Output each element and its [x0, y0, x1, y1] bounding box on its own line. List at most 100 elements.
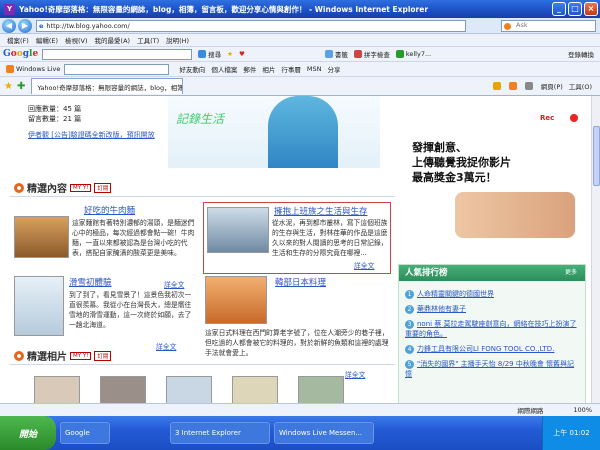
- live-profile[interactable]: 個人檔案: [211, 64, 237, 74]
- announcement-link[interactable]: 伊者觀 [公告]驗證碼全新改版，預訊開放: [28, 130, 158, 140]
- tab-row: ★ ✚ Yahoo!奇摩部落格：無限容量的網誌，blog，相簿... 網頁(P)…: [0, 77, 600, 96]
- maximize-button[interactable]: □: [568, 2, 582, 16]
- list-item[interactable]: 3 noni 蔡 莫拉走駕駛座創意向，網絡在技巧上扮演了重要的角色。: [405, 319, 579, 339]
- home-button[interactable]: [492, 82, 503, 90]
- photo-thumb[interactable]: [232, 376, 278, 403]
- add-favorites-icon[interactable]: ✚: [17, 81, 25, 92]
- title-bar: Y Yahoo!奇摩部落格：無限容量的網誌，blog，相簿，留言板，歡迎分享心情…: [0, 0, 600, 18]
- menu-view[interactable]: 檢視(V): [65, 35, 88, 45]
- menu-bar: 檔案(F) 編輯(E) 檢視(V) 我的最愛(A) 工具(T) 說明(H): [0, 34, 600, 47]
- google-toolbar: Google 搜尋 ★ ♥ 書籤 拼字檢查 kelly7... 登錄轉換: [0, 47, 600, 62]
- print-button[interactable]: [524, 82, 535, 90]
- photo-thumb[interactable]: [34, 376, 80, 403]
- live-share[interactable]: 分享: [327, 64, 340, 74]
- live-msn[interactable]: MSN: [307, 65, 322, 73]
- beef-noodle-photo[interactable]: [14, 216, 69, 258]
- rec-label: Rec: [540, 114, 555, 122]
- photo-thumb[interactable]: [100, 376, 146, 403]
- close-button[interactable]: ×: [584, 2, 598, 16]
- section-bullet-icon: [14, 350, 24, 361]
- menu-file[interactable]: 檔案(F): [7, 35, 29, 45]
- card-more-link[interactable]: 詳全文: [156, 342, 196, 352]
- clock: 上午 01:02: [553, 429, 590, 437]
- forward-button[interactable]: ▶: [18, 18, 32, 33]
- window-title: Yahoo!奇摩部落格：無限容量的網誌，blog，相簿，留言板，歡迎分享心情與創…: [19, 4, 429, 14]
- status-bar: 網際網路 100%: [0, 403, 600, 416]
- record-dot-icon: [570, 114, 578, 122]
- photo-thumb[interactable]: [166, 376, 212, 403]
- search-icon: [198, 50, 207, 58]
- ranking-list: 1 人命精靈關鍵的德國世界 2 藥鼎林他有妻子 3 noni 蔡 莫拉走駕駛座創意向，…: [399, 281, 585, 379]
- section-bullet-icon: [14, 182, 24, 193]
- card-title[interactable]: 滑雪初體驗: [69, 276, 196, 288]
- divider: [10, 196, 395, 197]
- card-more-link[interactable]: 詳全文: [345, 370, 391, 380]
- feeds-button[interactable]: [508, 82, 519, 90]
- card-title[interactable]: 韓部日本料理: [275, 276, 391, 288]
- card-body: 這家麵館有著特別濃郁的湯頭，是麵迷們心中的極品，每次經過都會點一碗！牛肉麵，一直…: [72, 219, 195, 257]
- signin-link[interactable]: 登錄轉換: [568, 49, 594, 59]
- stat-replies: 回應數量：45 篇: [28, 105, 82, 113]
- live-search-input[interactable]: [64, 63, 170, 75]
- vertical-scrollbar[interactable]: [591, 96, 600, 403]
- google-search-input[interactable]: [42, 48, 193, 60]
- live-calendar[interactable]: 行事曆: [281, 64, 301, 74]
- list-item[interactable]: 4 力鋒工具有限公司LI FONG TOOL CO.,LTD.: [405, 344, 579, 354]
- subscribe-badge[interactable]: 訂閱: [94, 182, 112, 193]
- yahoo-icon: Y: [4, 3, 15, 15]
- page-menu[interactable]: 網頁(P): [541, 81, 563, 91]
- tools-menu[interactable]: 工具(O): [569, 81, 592, 91]
- landscape-photo[interactable]: [207, 207, 269, 253]
- subscribe-badge[interactable]: 訂閱: [94, 350, 112, 361]
- google-bookmark-star[interactable]: ★: [227, 50, 233, 58]
- google-logo: Google: [3, 49, 39, 59]
- account-button[interactable]: kelly7...: [395, 50, 431, 58]
- japanese-food-photo[interactable]: [205, 276, 267, 324]
- ad-banner[interactable]: Rec 發揮創意、 上傳聽覺我捉你影片 最高獎金3萬元！: [400, 104, 585, 254]
- google-heart[interactable]: ♥: [239, 50, 245, 58]
- start-button[interactable]: 開始: [0, 416, 56, 450]
- printer-icon: [524, 82, 533, 90]
- my-yahoo-badge[interactable]: MY Y!: [70, 183, 92, 192]
- menu-tools[interactable]: 工具(T): [137, 35, 159, 45]
- photo-thumb[interactable]: [298, 376, 344, 403]
- featured-card-3[interactable]: 滑雪初體驗 到了到了，看見雪景了！這景色我初次一直很羨慕。我從小在台灣長大，總是…: [14, 276, 196, 352]
- menu-help[interactable]: 說明(H): [166, 35, 189, 45]
- banner-person-photo: [268, 96, 338, 168]
- ranking-more-link[interactable]: 更多: [565, 265, 577, 281]
- live-photos[interactable]: 相片: [262, 64, 275, 74]
- zone-text: 網際網路: [517, 407, 544, 415]
- skiing-photo[interactable]: [14, 276, 64, 336]
- user-icon: [395, 50, 404, 58]
- spellcheck-button[interactable]: 拼字檢查: [353, 49, 390, 59]
- task-google[interactable]: Google: [60, 422, 110, 444]
- list-item[interactable]: 2 藥鼎林他有妻子: [405, 304, 579, 314]
- back-button[interactable]: ◀: [2, 18, 16, 33]
- scrollbar-thumb[interactable]: [593, 126, 600, 186]
- my-yahoo-badge[interactable]: MY Y!: [70, 351, 92, 360]
- menu-edit[interactable]: 編輯(E): [36, 35, 58, 45]
- favorites-star-icon[interactable]: ★: [4, 81, 13, 92]
- task-messenger[interactable]: Windows Live Messen...: [274, 422, 374, 444]
- card-title[interactable]: 擁抱上班族之生活與生存: [274, 205, 390, 217]
- zoom-level[interactable]: 100%: [573, 406, 592, 414]
- tab-yahoo-blog[interactable]: Yahoo!奇摩部落格：無限容量的網誌，blog，相簿...: [31, 78, 184, 94]
- thumbs-up-image: [455, 192, 575, 238]
- menu-favorites[interactable]: 我的最愛(A): [95, 35, 131, 45]
- google-search-button[interactable]: 搜尋: [198, 49, 221, 59]
- live-mail[interactable]: 郵件: [243, 64, 256, 74]
- windows-live-icon: [6, 65, 14, 73]
- minimize-button[interactable]: _: [552, 2, 566, 16]
- bookmarks-button[interactable]: 書籤: [324, 49, 348, 59]
- live-friends[interactable]: 好友動向: [179, 64, 205, 74]
- card-more-link[interactable]: 詳全文: [354, 261, 374, 271]
- search-input[interactable]: Ask: [501, 19, 596, 32]
- task-ie[interactable]: 3 Internet Explorer: [170, 422, 270, 444]
- featured-card-2[interactable]: 擁抱上班族之生活與生存 從水泥，再到都市叢林，寫下這個班族的生存與生活，對林荏華…: [203, 202, 391, 274]
- url-input[interactable]: e http://tw.blog.yahoo.com/: [36, 19, 466, 32]
- card-title[interactable]: 好吃的牛肉麵: [84, 204, 196, 216]
- banner-image: 記錄生活: [168, 96, 380, 168]
- list-item[interactable]: 5 "消失的國界" 主播手天怡 8/29 中秋晚會 懷舊與記憶: [405, 359, 579, 379]
- list-item[interactable]: 1 人命精靈關鍵的德國世界: [405, 289, 579, 299]
- home-icon: [492, 82, 501, 90]
